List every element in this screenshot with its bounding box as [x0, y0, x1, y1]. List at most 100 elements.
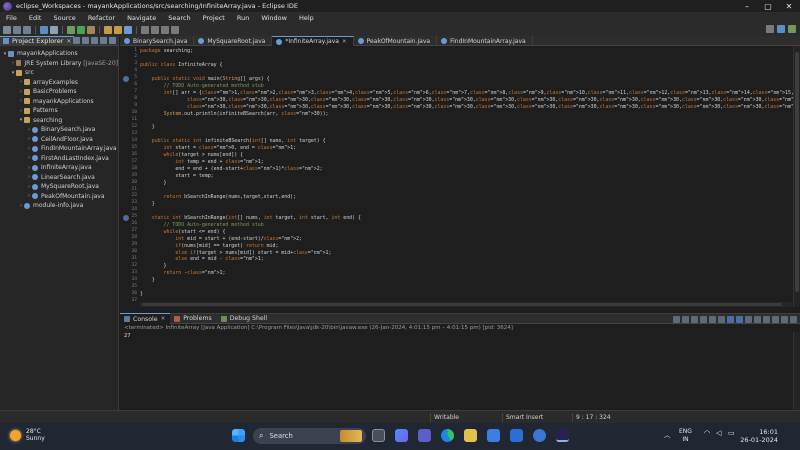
open-type-icon[interactable]: [141, 25, 149, 34]
editor-tab[interactable]: MySquareRoot.java: [194, 36, 273, 46]
remove-all-icon[interactable]: [691, 316, 698, 323]
tree-item[interactable]: › arrayExamples: [0, 78, 118, 88]
tree-item[interactable]: › FirstAndLastIndex.java: [0, 154, 118, 164]
close-icon[interactable]: ✕: [161, 316, 166, 322]
console-vertical-scrollbar[interactable]: [793, 332, 800, 410]
tab-console[interactable]: Console ✕: [120, 313, 171, 324]
tree-item[interactable]: › FindInMountainArray.java: [0, 144, 118, 154]
tree-item[interactable]: ▾ searching: [0, 116, 118, 126]
menu-edit[interactable]: Edit: [23, 14, 48, 22]
forward-icon[interactable]: [171, 25, 179, 34]
tree-item[interactable]: ▾ src: [0, 68, 118, 78]
link-editor-icon[interactable]: [82, 37, 89, 44]
java-perspective-icon[interactable]: [777, 25, 785, 33]
tree-item[interactable]: › BasicProblems: [0, 87, 118, 97]
taskbar-search-box[interactable]: ⌕ Search: [253, 428, 366, 444]
system-clock[interactable]: 16:01 26-01-2024: [740, 428, 778, 444]
menu-search[interactable]: Search: [162, 14, 196, 22]
open-perspective-icon[interactable]: [766, 25, 774, 33]
search-icon[interactable]: [151, 25, 159, 34]
editor-tab[interactable]: BinarySearch.java: [120, 36, 195, 46]
save-icon[interactable]: [13, 25, 21, 34]
volume-icon[interactable]: ◁: [716, 429, 721, 437]
menu-file[interactable]: File: [0, 14, 23, 22]
new-icon[interactable]: [3, 25, 11, 34]
back-icon[interactable]: [161, 25, 169, 34]
windows-start-icon[interactable]: [232, 429, 245, 442]
editor-tab[interactable]: FindInMountainArray.java: [437, 36, 533, 46]
editor-horizontal-scrollbar[interactable]: [140, 302, 792, 307]
remove-launch-icon[interactable]: [682, 316, 689, 323]
show-on-output-icon[interactable]: [727, 316, 734, 323]
tree-item[interactable]: › module-info.java: [0, 201, 118, 211]
run-icon[interactable]: [77, 25, 85, 34]
view-menu-icon[interactable]: [100, 37, 107, 44]
editor-tab[interactable]: *InfiniteArray.java ✕: [272, 36, 354, 46]
eclipse-taskbar-icon[interactable]: [556, 429, 569, 442]
new-class-icon[interactable]: [124, 25, 132, 34]
menu-project[interactable]: Project: [197, 14, 231, 22]
tree-item[interactable]: › Patterns: [0, 106, 118, 116]
code-area[interactable]: package searching; public class InfiniteA…: [140, 46, 800, 307]
clear-console-icon[interactable]: [700, 316, 707, 323]
tree-item[interactable]: ▾ mayankApplications: [0, 49, 118, 59]
code-editor[interactable]: 1 2 3 4 5 6 7 8 9 10 11 12 13 14 15 16 17 18 19 20 21 22 23 24 2…: [120, 46, 800, 307]
file-explorer-icon[interactable]: [464, 429, 477, 442]
maximize-view-icon[interactable]: [790, 316, 797, 323]
tab-project-explorer[interactable]: Project Explorer ✕: [0, 35, 75, 46]
battery-icon[interactable]: ▭: [728, 429, 735, 437]
tree-item[interactable]: › mayankApplications: [0, 97, 118, 107]
tab-debug-shell[interactable]: Debug Shell: [217, 313, 272, 324]
show-on-error-icon[interactable]: [736, 316, 743, 323]
pin-console-icon[interactable]: [745, 316, 752, 323]
close-button[interactable]: ✕: [776, 0, 800, 12]
task-view-icon[interactable]: [372, 429, 385, 442]
collapse-all-icon[interactable]: [73, 37, 80, 44]
menu-window[interactable]: Window: [255, 14, 293, 22]
filter-icon[interactable]: [91, 37, 98, 44]
menu-run[interactable]: Run: [231, 14, 255, 22]
debug-perspective-icon[interactable]: [788, 25, 796, 33]
collapsed-chevron-icon[interactable]: ›: [10, 60, 16, 66]
tree-item[interactable]: › JRE System Library [JavaSE-20]: [0, 59, 118, 69]
new-java-project-icon[interactable]: [104, 25, 112, 34]
open-console-icon[interactable]: [763, 316, 770, 323]
weather-widget[interactable]: 28°C Sunny: [10, 428, 45, 442]
tree-item[interactable]: › CeilAndFloor.java: [0, 135, 118, 145]
word-wrap-icon[interactable]: [718, 316, 725, 323]
view-menu-icon[interactable]: [772, 316, 779, 323]
new-package-icon[interactable]: [114, 25, 122, 34]
wifi-icon[interactable]: ◠: [704, 429, 710, 437]
terminate-icon[interactable]: [673, 316, 680, 323]
chrome-profile-icon[interactable]: [533, 429, 546, 442]
edge-icon[interactable]: [441, 429, 454, 442]
tree-item[interactable]: › LinearSearch.java: [0, 173, 118, 183]
console-output-area[interactable]: 27: [120, 332, 800, 410]
insert-mode-status[interactable]: Smart Insert: [502, 413, 570, 422]
terminal-icon[interactable]: [50, 25, 58, 34]
tree-item[interactable]: › MySquareRoot.java: [0, 182, 118, 192]
close-icon[interactable]: ✕: [342, 39, 347, 45]
build-icon[interactable]: [40, 25, 48, 34]
editor-tab[interactable]: PeakOfMountain.java: [354, 36, 438, 46]
scroll-thumb[interactable]: [795, 52, 799, 292]
menu-source[interactable]: Source: [47, 14, 81, 22]
widgets-icon[interactable]: [395, 429, 408, 442]
tab-problems[interactable]: Problems: [170, 313, 217, 324]
close-icon[interactable]: ✕: [66, 38, 71, 45]
tree-item[interactable]: › BinarySearch.java: [0, 125, 118, 135]
menu-navigate[interactable]: Navigate: [121, 14, 162, 22]
store-icon[interactable]: [510, 429, 523, 442]
menu-refactor[interactable]: Refactor: [82, 14, 121, 22]
minimize-view-icon[interactable]: [781, 316, 788, 323]
save-all-icon[interactable]: [23, 25, 31, 34]
mail-icon[interactable]: [487, 429, 500, 442]
minimize-view-icon[interactable]: [109, 37, 116, 44]
tree-item[interactable]: › PeakOfMountain.java: [0, 192, 118, 202]
display-console-icon[interactable]: [754, 316, 761, 323]
scroll-thumb[interactable]: [142, 303, 782, 306]
cursor-position-status[interactable]: 9 : 17 : 324: [572, 413, 632, 422]
debug-icon[interactable]: [67, 25, 75, 34]
input-language-indicator[interactable]: ENG IN: [679, 428, 692, 444]
teams-icon[interactable]: [418, 429, 431, 442]
